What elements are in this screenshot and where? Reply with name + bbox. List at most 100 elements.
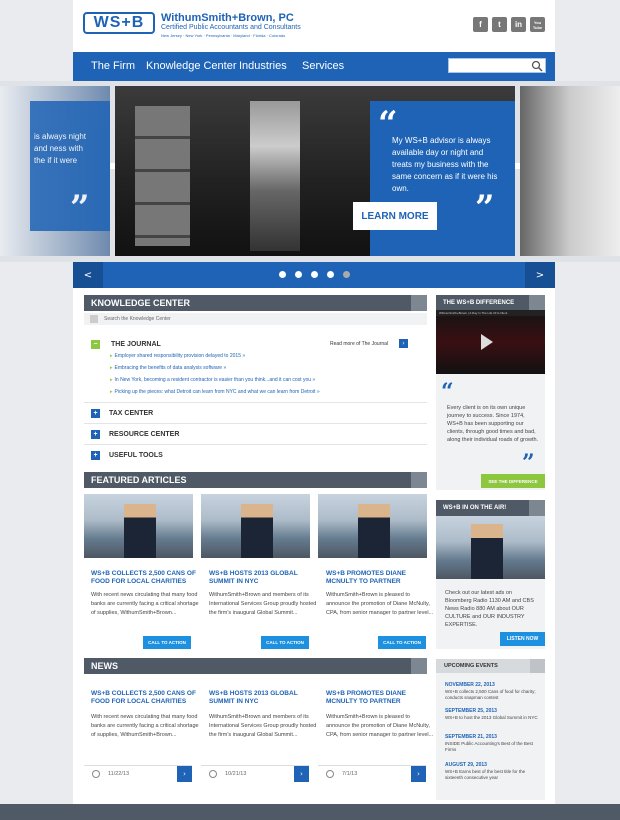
arrow-right-icon[interactable]: › — [177, 766, 192, 782]
expand-icon[interactable]: + — [91, 451, 100, 460]
article-title[interactable]: WS+B PROMOTES DIANE MCNULTY TO PARTNER — [326, 570, 434, 586]
hero-quote: My WS+B advisor is always available day … — [392, 136, 498, 193]
heading-tab — [411, 472, 427, 488]
carousel-bar: < > — [73, 262, 555, 288]
article-excerpt: WithumSmith+Brown and members of its Int… — [209, 592, 317, 616]
quote-close-icon: ” — [70, 188, 90, 228]
collapse-icon[interactable]: − — [91, 340, 100, 349]
video-player[interactable]: WithumSmith+Brown | A Day In The Life Of… — [436, 310, 545, 374]
news-footer: 11/22/13 › — [84, 765, 192, 782]
hero-prev-slide[interactable]: is always night and ness with the if it … — [0, 86, 110, 256]
journal-link[interactable]: In New York, becoming a resident contrac… — [115, 377, 316, 383]
nav-item-the-firm[interactable]: The Firm — [91, 60, 135, 72]
event-item[interactable]: SEPTEMBER 25, 2013 WS+B to host the 2013 … — [445, 708, 541, 721]
quote-close-icon: ” — [475, 188, 495, 228]
event-item[interactable]: SEPTEMBER 21, 2013 INSIDE Public Accounti… — [445, 734, 541, 753]
kc-item-resource-center[interactable]: + RESOURCE CENTER — [84, 423, 427, 444]
carousel-prev-button[interactable]: < — [73, 262, 103, 288]
hero-prev-quote-box: is always night and ness with the if it … — [30, 101, 110, 231]
nav-item-industries[interactable]: Industries — [239, 60, 287, 72]
call-to-action-button[interactable]: CALL TO ACTION — [143, 636, 191, 649]
carousel-dots — [279, 271, 350, 278]
firm-name: WithumSmith+Brown, PC — [161, 12, 294, 24]
featured-articles-heading: FEATURED ARTICLES — [84, 472, 427, 488]
youtube-icon[interactable]: You Tube — [530, 17, 545, 32]
site-header: WS+B WithumSmith+Brown, PC Certified Pub… — [73, 0, 555, 52]
man-photo — [250, 101, 300, 251]
panel-title: THE WS+B DIFFERENCE — [443, 300, 515, 306]
man-photo — [241, 504, 273, 558]
carousel-dot[interactable] — [327, 271, 334, 278]
knowledge-search-input[interactable]: Search the Knowledge Center — [84, 313, 427, 325]
article-image[interactable] — [84, 494, 193, 558]
heading-tab — [411, 658, 427, 674]
logo-mark[interactable]: WS+B — [83, 12, 155, 34]
heading-tab — [529, 295, 545, 311]
expand-icon[interactable]: + — [91, 409, 100, 418]
journal-title[interactable]: THE JOURNAL — [111, 341, 161, 348]
main-nav: The Firm Knowledge Center Industries Ser… — [73, 52, 555, 81]
kc-item-tax-center[interactable]: + TAX CENTER — [84, 402, 427, 423]
journal-link[interactable]: Embracing the benefits of data analysis … — [115, 365, 227, 371]
kc-item-useful-tools[interactable]: + USEFUL TOOLS — [84, 444, 427, 465]
news-date: 10/21/13 — [225, 771, 247, 777]
carousel-dot[interactable] — [295, 271, 302, 278]
news-title[interactable]: WS+B HOSTS 2013 GLOBAL SUMMIT IN NYC — [209, 690, 317, 706]
journal-link[interactable]: Picking up the pieces: what Detroit can … — [115, 389, 320, 395]
arrow-right-icon[interactable]: › — [294, 766, 309, 782]
twitter-icon[interactable]: t — [492, 17, 507, 32]
news-title[interactable]: WS+B PROMOTES DIANE MCNULTY TO PARTNER — [326, 690, 434, 706]
section-title: FEATURED ARTICLES — [91, 475, 187, 485]
listen-now-button[interactable]: LISTEN NOW — [500, 632, 545, 646]
search-icon — [90, 315, 98, 323]
event-text: WS+B to host the 2013 Global Summit in N… — [445, 715, 538, 720]
news-excerpt: WithumSmith+Brown is pleased to announce… — [326, 714, 434, 738]
journal-more-link[interactable]: Read more of The Journal — [330, 341, 388, 347]
section-title: KNOWLEDGE CENTER — [91, 298, 190, 308]
man-photo — [124, 504, 156, 558]
quote-close-icon: ” — [522, 450, 535, 476]
heading-tab — [529, 500, 545, 516]
arrow-right-icon[interactable]: › — [411, 766, 426, 782]
search-input[interactable] — [448, 58, 546, 73]
linkedin-icon[interactable]: in — [511, 17, 526, 32]
clock-icon — [326, 770, 334, 778]
article-excerpt: WithumSmith+Brown is pleased to announce… — [326, 592, 434, 616]
carousel-dot[interactable] — [311, 271, 318, 278]
article-image[interactable] — [318, 494, 427, 558]
video-caption: WithumSmith+Brown | A Day In The Life Of… — [436, 310, 545, 316]
event-item[interactable]: NOVEMBER 22, 2013 WS+B collects 2,500 Can… — [445, 682, 541, 701]
see-the-difference-button[interactable]: SEE THE DIFFERENCE — [481, 474, 545, 488]
news-footer: 10/21/13 › — [201, 765, 309, 782]
arrow-right-icon[interactable]: › — [399, 339, 408, 348]
call-to-action-button[interactable]: CALL TO ACTION — [378, 636, 426, 649]
event-date: SEPTEMBER 21, 2013 — [445, 734, 497, 740]
clock-icon — [92, 770, 100, 778]
play-icon[interactable] — [481, 334, 493, 350]
hero-next-slide[interactable] — [520, 86, 620, 256]
panel-title: WS+B IN ON THE AIR! — [443, 505, 507, 511]
nav-item-services[interactable]: Services — [302, 60, 344, 72]
carousel-next-button[interactable]: > — [525, 262, 555, 288]
site-footer — [0, 804, 620, 820]
call-to-action-button[interactable]: CALL TO ACTION — [261, 636, 309, 649]
search-icon[interactable] — [531, 60, 543, 72]
article-title[interactable]: WS+B HOSTS 2013 GLOBAL SUMMIT IN NYC — [209, 570, 317, 586]
event-item[interactable]: AUGUST 29, 2013 WS+B Earns best of the be… — [445, 762, 541, 781]
news-excerpt: With recent news circulating that many f… — [91, 714, 199, 738]
article-image[interactable] — [201, 494, 310, 558]
on-air-text: Check out our latest ads on Bloomberg Ra… — [445, 590, 534, 628]
facebook-icon[interactable]: f — [473, 17, 488, 32]
heading-tab — [411, 295, 427, 311]
learn-more-button[interactable]: LEARN MORE — [353, 202, 437, 230]
carousel-dot[interactable] — [279, 271, 286, 278]
expand-icon[interactable]: + — [91, 430, 100, 439]
difference-heading: THE WS+B DIFFERENCE — [436, 295, 545, 311]
nav-item-knowledge-center[interactable]: Knowledge Center — [146, 60, 237, 72]
event-date: NOVEMBER 22, 2013 — [445, 682, 495, 688]
article-title[interactable]: WS+B COLLECTS 2,500 CANS OF FOOD FOR LOC… — [91, 570, 199, 586]
news-title[interactable]: WS+B COLLECTS 2,500 CANS OF FOOD FOR LOC… — [91, 690, 199, 706]
carousel-dot-active[interactable] — [343, 271, 350, 278]
hero-banner: is always night and ness with the if it … — [0, 81, 620, 262]
journal-link[interactable]: Employer shared responsibility provision… — [115, 353, 246, 359]
